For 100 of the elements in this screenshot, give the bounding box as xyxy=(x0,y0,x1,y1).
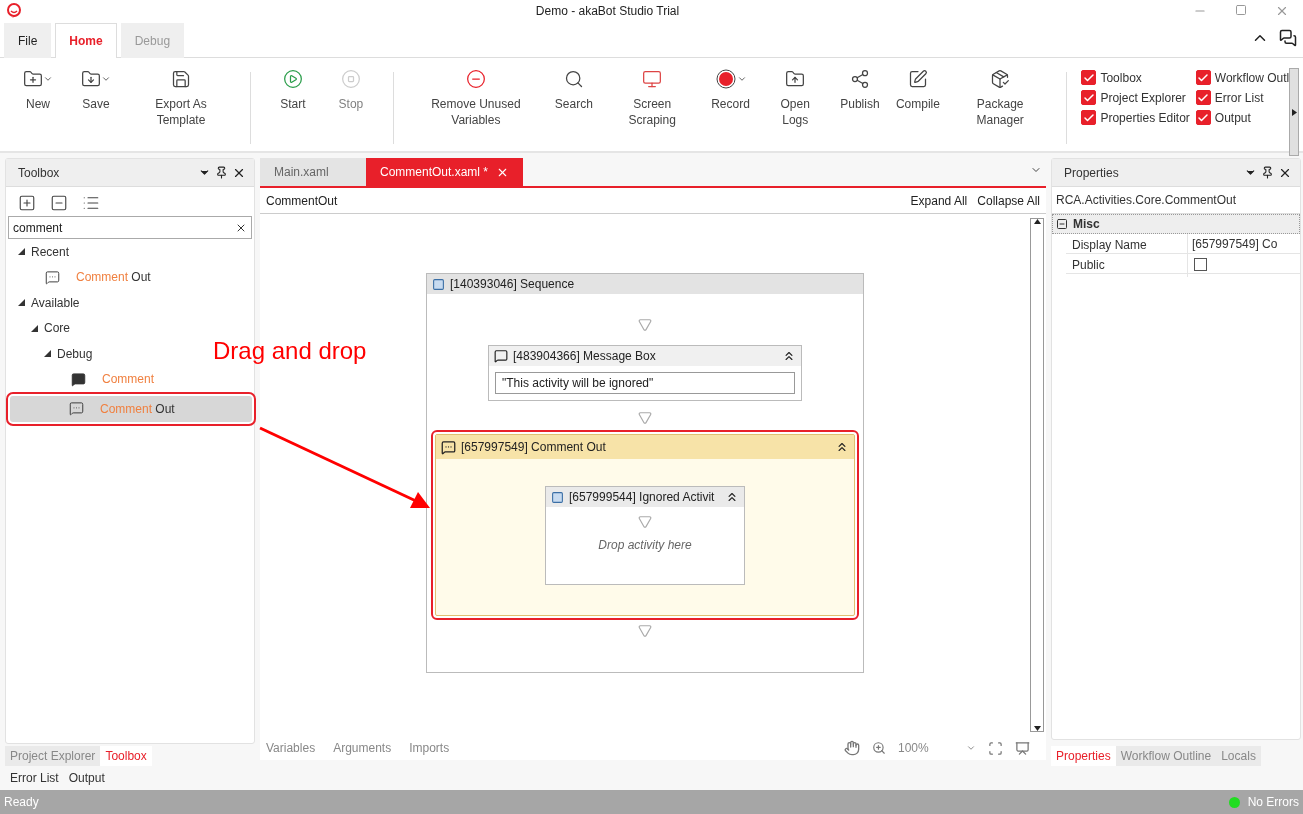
play-icon xyxy=(282,69,303,89)
status-text: No Errors xyxy=(1247,795,1299,809)
activity-title: [657999544] Ignored Activit xyxy=(569,490,716,504)
panel-tab[interactable]: Properties xyxy=(1051,746,1116,766)
toolbar-button[interactable]: Package Manager xyxy=(947,68,1053,128)
pane-checkbox[interactable]: Error List xyxy=(1195,90,1290,105)
property-checkbox[interactable] xyxy=(1194,258,1207,271)
tree-group[interactable]: Core xyxy=(6,315,76,341)
designer-tab[interactable]: Arguments xyxy=(333,741,392,755)
pane-checkbox[interactable]: Properties Editor xyxy=(1081,110,1190,125)
save-folder-icon xyxy=(81,69,101,89)
panel-tab[interactable]: Output xyxy=(63,768,110,788)
drop-arrow-icon xyxy=(638,411,652,425)
tree-group[interactable]: Available xyxy=(6,290,86,316)
designer-link[interactable]: Expand All xyxy=(910,193,968,208)
category-header[interactable]: Misc xyxy=(1052,214,1300,234)
pane-checkbox[interactable]: Output xyxy=(1195,110,1290,125)
drop-arrow-icon xyxy=(638,515,652,529)
collapse-icon[interactable] xyxy=(725,490,739,504)
toolbar-button[interactable]: Compile xyxy=(889,68,946,128)
annotation-text: Drag and drop xyxy=(213,337,367,365)
sequence-activity[interactable]: [140393046] Sequence [483904366] Message Box "This activity will be ignored" [657997549] Comment Out [657999544] Ignored Activit Drop activity here xyxy=(426,273,864,673)
toolbar-button[interactable]: Remove Unused Variables xyxy=(407,68,544,128)
pane-checkbox[interactable]: Workflow Outl xyxy=(1195,70,1290,85)
toolbar-button[interactable]: Search xyxy=(545,68,602,128)
expanded-icon[interactable] xyxy=(18,248,25,256)
folder-upload-icon xyxy=(785,69,806,89)
search-field[interactable]: comment xyxy=(8,216,252,239)
zoom-icon[interactable] xyxy=(872,741,886,755)
pan-icon[interactable] xyxy=(844,740,860,756)
tree-group[interactable]: Debug xyxy=(6,341,99,367)
checkbox[interactable] xyxy=(1081,90,1097,105)
panel-tab[interactable]: Toolbox xyxy=(100,746,152,766)
document-tab[interactable]: Main.xaml xyxy=(260,158,366,186)
checkbox[interactable] xyxy=(1195,70,1211,85)
checkbox[interactable] xyxy=(1081,70,1097,85)
toolbar-button[interactable]: Publish xyxy=(831,68,888,128)
status-text: Ready xyxy=(4,795,39,809)
toolbar-button[interactable]: Record xyxy=(702,68,759,128)
chat-icon[interactable] xyxy=(1279,29,1297,47)
expand-all-icon[interactable] xyxy=(18,194,36,212)
panel-tab[interactable]: Error List xyxy=(5,768,64,788)
edit-icon xyxy=(907,69,928,89)
app-logo xyxy=(6,3,22,19)
collapse-all-icon[interactable] xyxy=(50,194,68,212)
breadcrumb[interactable]: CommentOut xyxy=(266,193,901,208)
property-value[interactable]: [657997549] Co xyxy=(1188,234,1300,256)
window-title: Demo - akaBot Studio Trial xyxy=(534,4,681,18)
new-folder-icon xyxy=(23,69,43,89)
toolbar-button[interactable]: Open Logs xyxy=(760,68,830,128)
fit-icon[interactable] xyxy=(988,740,1003,756)
scroll-down-icon[interactable] xyxy=(1033,726,1041,731)
property-name: Display Name xyxy=(1066,234,1188,256)
activity-label: Comment Out xyxy=(100,401,175,416)
checkbox[interactable] xyxy=(1195,90,1211,105)
pin-icon[interactable] xyxy=(1261,165,1274,179)
maximize-icon[interactable] xyxy=(1235,4,1247,16)
activity-title: [657997549] Comment Out xyxy=(461,440,607,454)
tree-group[interactable]: Recent xyxy=(6,239,76,265)
property-name: Public xyxy=(1066,254,1188,277)
message-field[interactable]: "This activity will be ignored" xyxy=(495,372,795,394)
designer-link[interactable]: Collapse All xyxy=(977,193,1040,208)
package-icon xyxy=(990,69,1011,89)
document-tab[interactable]: CommentOut.xaml * xyxy=(366,158,524,186)
message-box-activity[interactable]: [483904366] Message Box "This activity will be ignored" xyxy=(488,345,802,401)
checkbox[interactable] xyxy=(1081,110,1097,125)
ignored-activity[interactable]: [657999544] Ignored Activit Drop activity here xyxy=(545,486,745,585)
toolbar-button[interactable]: New xyxy=(10,68,66,128)
collapse-icon[interactable] xyxy=(1056,218,1068,230)
checkbox[interactable] xyxy=(1195,110,1211,125)
toolbar-button[interactable]: Start xyxy=(264,68,321,112)
pane-checkbox[interactable]: Project Explorer xyxy=(1081,90,1190,105)
list-icon[interactable] xyxy=(82,194,100,212)
ribbon-tab[interactable]: File xyxy=(4,23,52,58)
comment-out-icon xyxy=(45,269,60,285)
designer-tab[interactable]: Imports xyxy=(409,741,450,755)
activity-item[interactable]: Comment Out xyxy=(6,264,254,290)
zoom-level[interactable]: 100% xyxy=(898,741,954,755)
toolbar-button[interactable]: Save xyxy=(68,68,124,128)
toolbar-button[interactable]: Export As Template xyxy=(126,68,236,128)
toolbar-button[interactable]: Screen Scraping xyxy=(603,68,701,128)
scroll-right-icon[interactable] xyxy=(1289,68,1299,156)
designer-tab[interactable]: Variables xyxy=(266,741,316,755)
search-input[interactable]: comment xyxy=(13,217,235,238)
pin-icon[interactable] xyxy=(215,165,228,179)
scroll-up-icon[interactable] xyxy=(1033,219,1041,224)
pane-checkbox[interactable]: Toolbox xyxy=(1081,70,1190,85)
panel-title: Toolbox xyxy=(18,165,61,180)
sequence-icon xyxy=(551,490,564,504)
expanded-icon[interactable] xyxy=(18,299,25,307)
expanded-icon[interactable] xyxy=(31,324,38,332)
activity-title: [483904366] Message Box xyxy=(513,349,657,363)
expanded-icon[interactable] xyxy=(44,350,51,358)
scrollbar[interactable] xyxy=(1030,218,1044,732)
record-icon xyxy=(714,68,737,90)
overview-icon[interactable] xyxy=(1015,740,1030,756)
sequence-icon xyxy=(432,277,445,291)
collapse-icon[interactable] xyxy=(782,349,796,363)
collapse-icon[interactable] xyxy=(835,440,849,454)
ribbon-tab[interactable]: Home xyxy=(55,23,117,58)
